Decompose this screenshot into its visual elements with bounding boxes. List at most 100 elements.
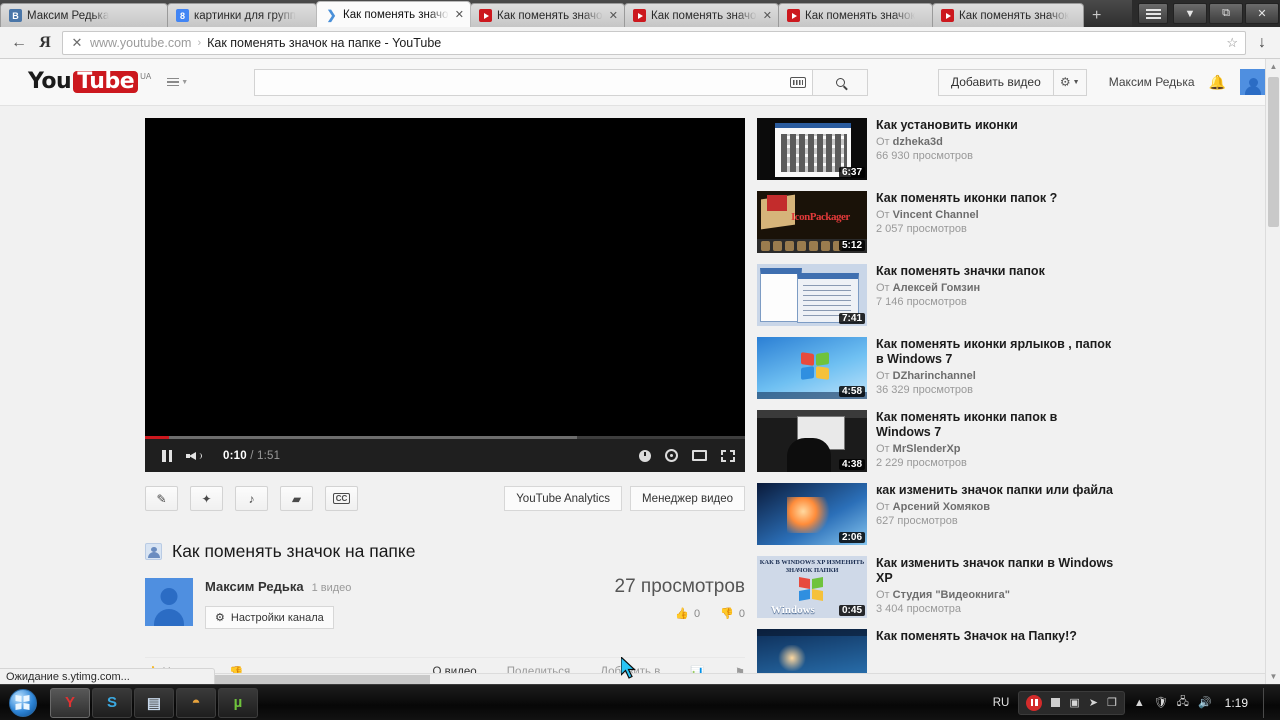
video-title[interactable]: Как установить иконки <box>876 118 1114 133</box>
video-thumbnail[interactable]: 4:38 <box>757 410 867 472</box>
channel-settings-button[interactable]: ⚙ Настройки канала <box>205 606 334 629</box>
address-bar[interactable]: ✕ www.youtube.com › Как поменять значок … <box>62 30 1246 55</box>
back-icon[interactable]: ← <box>6 30 32 56</box>
recorder-stop-icon[interactable] <box>1051 698 1061 707</box>
browser-tab-active[interactable]: ❯ Как поменять значок ✕ <box>316 1 471 27</box>
pause-button[interactable] <box>155 449 179 462</box>
browser-tab[interactable]: Как поменять значок ✕ <box>624 3 779 27</box>
close-button[interactable]: ✕ <box>1245 3 1279 24</box>
video-thumbnail[interactable]: 6:37 <box>757 118 867 180</box>
video-title[interactable]: Как поменять иконки ярлыков , папок в Wi… <box>876 337 1114 367</box>
browser-tab[interactable]: Как поменять значок <box>778 3 933 27</box>
settings-dropdown-button[interactable]: ⚙ ▼ <box>1053 68 1087 96</box>
fullscreen-icon[interactable] <box>721 449 735 462</box>
volume-icon[interactable]: 🔊 <box>1198 696 1212 709</box>
browser-tab[interactable]: Как поменять значок <box>932 3 1084 27</box>
browser-menu-icon[interactable] <box>1138 3 1168 24</box>
taskbar-item-utorrent[interactable]: µ <box>218 687 258 718</box>
dislike-count-group[interactable]: 👎 0 <box>720 607 745 621</box>
search-input[interactable] <box>261 75 791 89</box>
video-title[interactable]: Как изменить значок папки в Windows XP <box>876 556 1114 586</box>
clock[interactable]: 1:19 <box>1221 696 1248 710</box>
list-item[interactable]: 4:58 Как поменять иконки ярлыков , папок… <box>757 337 1119 399</box>
taskbar-item-yandex-browser[interactable]: Y <box>50 687 90 718</box>
author-name[interactable]: MrSlenderXp <box>893 443 961 455</box>
author-name[interactable]: dzheka3d <box>893 136 943 148</box>
author-name[interactable]: Арсений Хомяков <box>893 501 990 513</box>
network-icon[interactable]: 🖧 <box>1177 693 1189 712</box>
watch-later-icon[interactable] <box>639 449 651 462</box>
like-count-group[interactable]: 👍 0 <box>675 607 700 621</box>
list-item[interactable]: 6:37 Как установить иконки От dzheka3d 6… <box>757 118 1119 180</box>
yandex-logo-icon[interactable]: Я <box>32 30 58 56</box>
video-title[interactable]: Как поменять Значок на Папку!? <box>876 629 1114 644</box>
tab-close-icon[interactable]: ✕ <box>763 9 772 22</box>
video-thumbnail[interactable]: 4:58 <box>757 337 867 399</box>
recorder-window-icon[interactable]: ❐ <box>1107 696 1117 709</box>
browser-tab[interactable]: Как поменять значок ✕ <box>470 3 625 27</box>
video-thumbnail[interactable]: 2:06 <box>757 483 867 545</box>
keyboard-icon[interactable] <box>790 76 807 88</box>
notifications-bell-icon[interactable]: 🔔 <box>1209 74 1226 91</box>
browser-tab[interactable]: 8 картинки для групп <box>167 3 317 27</box>
browser-tab[interactable]: B Максим Редька <box>0 3 168 27</box>
list-item[interactable]: 2:06 как изменить значок папки или файла… <box>757 483 1119 545</box>
tab-close-icon[interactable]: ✕ <box>455 8 464 21</box>
audio-icon[interactable]: ♪ <box>235 486 268 511</box>
avatar[interactable] <box>1240 69 1266 95</box>
taskbar-item-skype[interactable]: S <box>92 687 132 718</box>
antivirus-icon[interactable]: 🛡 <box>1154 696 1168 709</box>
cc-icon[interactable]: CC <box>325 486 358 511</box>
scroll-up-icon[interactable]: ▲ <box>1266 59 1280 74</box>
list-item[interactable]: 4:38 Как поменять иконки папок в Windows… <box>757 410 1119 472</box>
author-name[interactable]: Студия "Видеокнига" <box>893 589 1010 601</box>
edit-icon[interactable]: ✎ <box>145 486 178 511</box>
page-scrollbar[interactable]: ▲ ▼ <box>1265 59 1280 684</box>
restore-button[interactable]: ⧉ <box>1209 3 1243 24</box>
download-icon[interactable]: ↓ <box>1250 34 1274 52</box>
list-item[interactable]: IconPackager 5:12 Как поменять иконки па… <box>757 191 1119 253</box>
language-indicator[interactable]: RU <box>993 697 1010 709</box>
bookmark-star-icon[interactable]: ☆ <box>1226 35 1241 51</box>
author-name[interactable]: Vincent Channel <box>893 209 979 221</box>
youtube-analytics-button[interactable]: YouTube Analytics <box>504 486 622 511</box>
list-item[interactable]: 7:41 Как поменять значки папок От Алексе… <box>757 264 1119 326</box>
video-title[interactable]: как изменить значок папки или файла <box>876 483 1114 498</box>
new-tab-button[interactable]: + <box>1083 7 1110 27</box>
progress-bar[interactable] <box>145 436 745 439</box>
recorder-cursor-icon[interactable]: ➤ <box>1089 696 1098 709</box>
video-player[interactable]: 0:10 / 1:51 <box>145 118 745 472</box>
taskbar-item-amigo-browser[interactable]: ◓ <box>176 687 216 718</box>
player-settings-icon[interactable] <box>665 449 678 462</box>
author-name[interactable]: DZharinchannel <box>893 370 976 382</box>
recorder-pause-icon[interactable] <box>1026 694 1043 711</box>
search-box[interactable] <box>254 68 814 96</box>
search-button[interactable] <box>813 68 869 96</box>
volume-icon[interactable] <box>185 449 215 463</box>
account-name[interactable]: Максим Редька <box>1109 75 1195 89</box>
scrollbar-thumb[interactable] <box>1268 77 1279 227</box>
enhance-icon[interactable]: ✦ <box>190 486 223 511</box>
minimize-button[interactable]: ▼ <box>1173 3 1207 24</box>
video-title[interactable]: Как поменять иконки папок ? <box>876 191 1114 206</box>
channel-avatar[interactable] <box>145 578 193 626</box>
theater-mode-icon[interactable] <box>692 450 707 461</box>
video-thumbnail[interactable]: IconPackager 5:12 <box>757 191 867 253</box>
show-desktop-button[interactable] <box>1263 687 1272 718</box>
video-thumbnail[interactable]: КАК В WINDOWS XP ИЗМЕНИТЬ ЗНАЧОК ПАПКИ W… <box>757 556 867 618</box>
video-title[interactable]: Как поменять иконки папок в Windows 7 <box>876 410 1114 440</box>
guide-menu-button[interactable]: ▼ <box>167 77 188 87</box>
list-item[interactable]: КАК В WINDOWS XP ИЗМЕНИТЬ ЗНАЧОК ПАПКИ W… <box>757 556 1119 618</box>
scroll-down-icon[interactable]: ▼ <box>1266 669 1280 684</box>
video-title[interactable]: Как поменять значки папок <box>876 264 1114 279</box>
channel-name[interactable]: Максим Редька <box>205 579 304 594</box>
author-name[interactable]: Алексей Гомзин <box>893 282 980 294</box>
video-manager-button[interactable]: Менеджер видео <box>629 486 745 511</box>
taskbar-item-notepad[interactable]: ▤ <box>134 687 174 718</box>
annotation-icon[interactable]: ▰ <box>280 486 313 511</box>
upload-video-button[interactable]: Добавить видео <box>937 68 1054 96</box>
recorder-capture-icon[interactable]: ▣ <box>1069 696 1079 709</box>
start-button[interactable] <box>4 688 42 718</box>
tab-close-icon[interactable]: ✕ <box>609 9 618 22</box>
show-hidden-icons-icon[interactable]: ▲ <box>1134 697 1145 709</box>
